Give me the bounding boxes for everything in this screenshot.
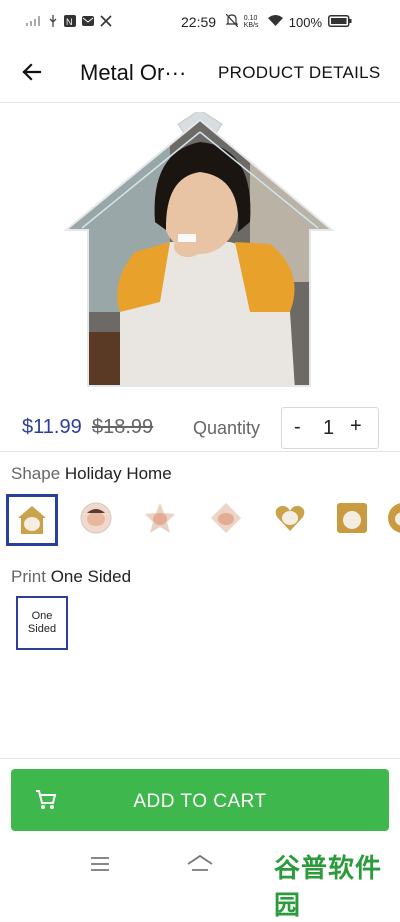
add-to-cart-button[interactable]: ADD TO CART	[11, 769, 389, 831]
home-icon[interactable]	[186, 854, 214, 874]
old-price: $18.99	[92, 416, 154, 438]
shape-option-star[interactable]	[136, 494, 188, 546]
page-title: Metal Or···	[80, 60, 187, 85]
print-label-key: Print	[11, 567, 46, 586]
print-selected-value: One Sided	[50, 567, 132, 586]
status-right-icons: 0.10 KB/s 100%	[225, 13, 352, 30]
divider	[0, 758, 400, 759]
mail-icon	[82, 15, 94, 30]
shape-label-key: Shape	[11, 464, 61, 483]
divider	[0, 451, 400, 452]
quantity-increase-button[interactable]: +	[350, 415, 362, 438]
quantity-stepper: - 1 +	[281, 407, 379, 449]
network-speed: 0.10 KB/s	[243, 15, 259, 29]
battery-icon	[328, 14, 352, 30]
status-time: 22:59	[181, 14, 217, 30]
arrow-left-icon	[22, 63, 42, 81]
price-row: $11.99 $18.99 Quantity - 1 +	[0, 405, 400, 449]
shape-option-square[interactable]	[328, 494, 380, 546]
price: $11.99	[22, 416, 82, 438]
watermark: 谷普软件园	[274, 853, 383, 920]
svg-text:N: N	[66, 17, 73, 27]
print-option-line2: Sided	[27, 623, 57, 635]
wifi-icon	[267, 14, 283, 30]
product-image	[60, 109, 340, 390]
shape-option-partial[interactable]	[384, 494, 400, 546]
status-left-icons: N	[26, 15, 112, 30]
status-bar: N 22:59 0.10 KB/s 100%	[0, 0, 400, 44]
quantity-value[interactable]: 1	[323, 417, 334, 440]
app-header: Metal Or··· PRODUCT DETAILS	[0, 44, 400, 103]
print-option-one-sided[interactable]: One Sided	[16, 596, 68, 650]
print-option-line1: One	[31, 610, 53, 622]
battery-percent: 100%	[288, 14, 322, 30]
shape-option-circle[interactable]	[72, 494, 124, 546]
signal-icon	[26, 16, 42, 29]
shape-option-diamond[interactable]	[202, 494, 254, 546]
add-to-cart-label: ADD TO CART	[133, 791, 267, 812]
menu-icon[interactable]	[90, 856, 110, 872]
tools-icon	[100, 15, 112, 30]
shape-options	[6, 494, 400, 548]
mute-icon	[225, 13, 239, 30]
quantity-label: Quantity	[193, 418, 261, 438]
shape-selected-value: Holiday Home	[64, 464, 172, 483]
product-details-tab[interactable]: PRODUCT DETAILS	[218, 63, 381, 83]
shape-label: Shape Holiday Home	[11, 464, 172, 484]
usb-icon	[48, 15, 58, 30]
shape-option-house[interactable]	[6, 494, 58, 546]
shape-option-heart[interactable]	[266, 494, 318, 546]
notification-icon: N	[64, 15, 76, 30]
print-label: Print One Sided	[11, 567, 131, 587]
back-button[interactable]	[20, 60, 44, 84]
quantity-decrease-button[interactable]: -	[294, 416, 301, 439]
system-nav-bar: 谷普软件园	[0, 842, 400, 920]
